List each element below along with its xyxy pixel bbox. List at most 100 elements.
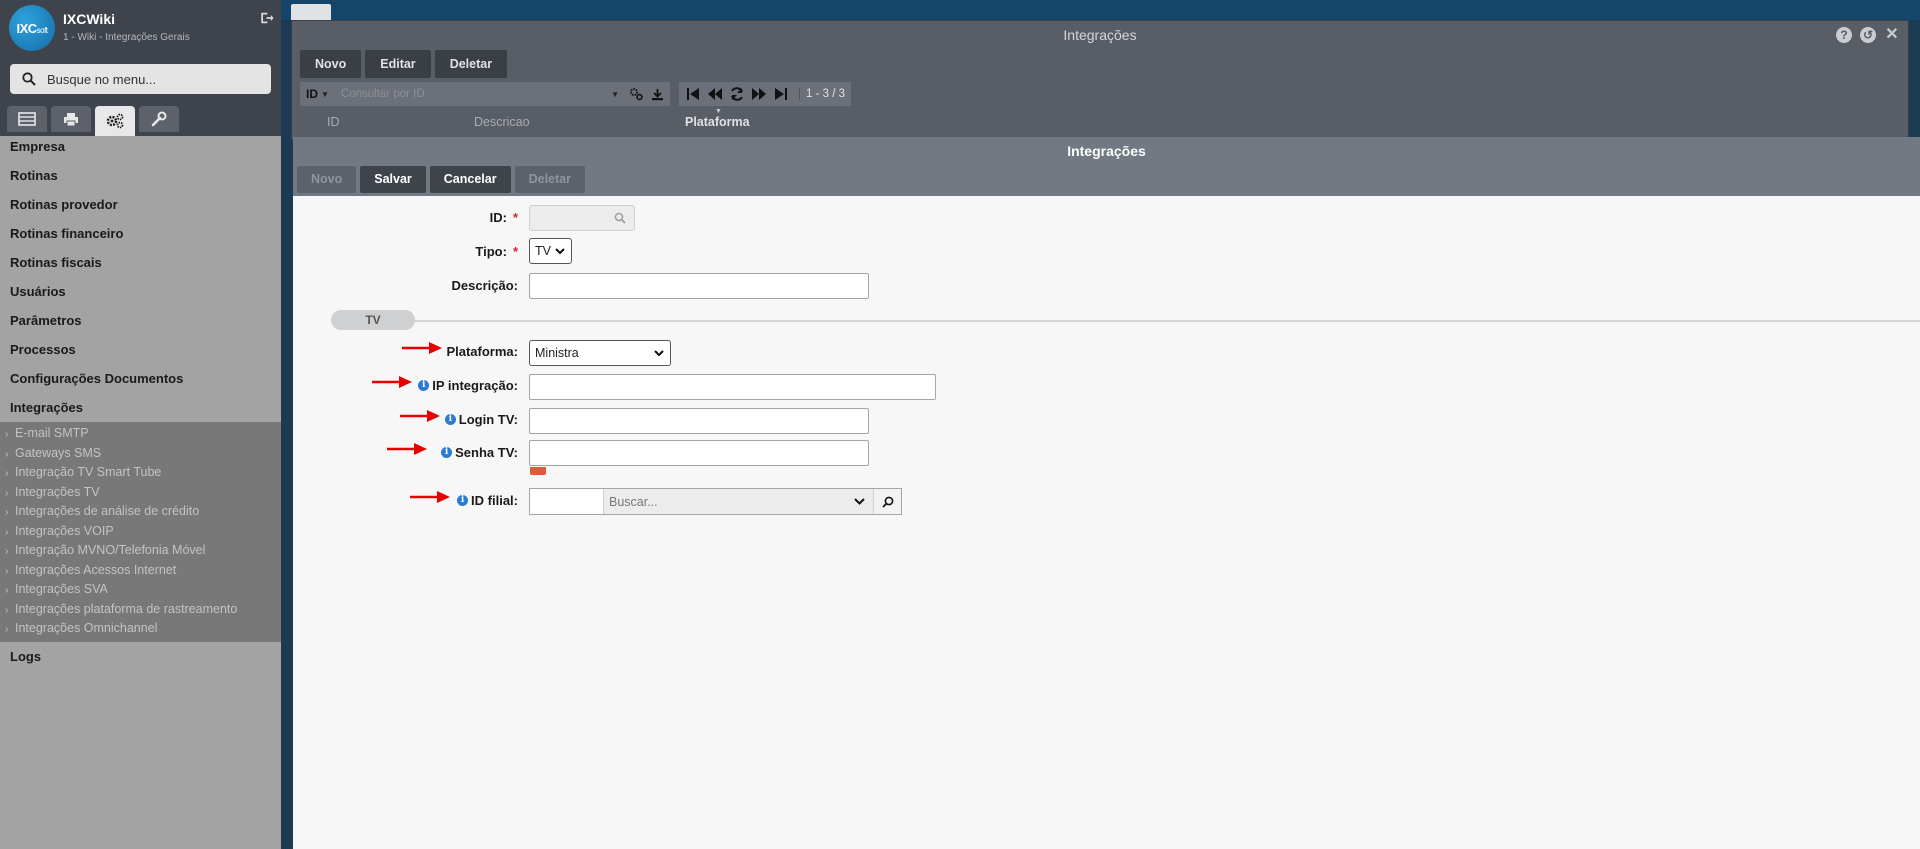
chevron-right-icon: › bbox=[5, 507, 9, 518]
menu-item-processos[interactable]: Processos bbox=[0, 335, 281, 364]
chevron-down-icon bbox=[555, 247, 565, 254]
submenu-item[interactable]: › Integrações Omnichannel bbox=[0, 619, 281, 639]
column-header-id[interactable]: ID bbox=[327, 115, 340, 129]
chevron-right-icon: › bbox=[5, 487, 9, 499]
sidebar-header: IXC soft IXCWiki 1 - Wiki - Integrações G… bbox=[0, 0, 281, 136]
section-line bbox=[411, 320, 1920, 322]
info-icon[interactable]: i bbox=[418, 380, 430, 391]
integracao-form-dialog: Integrações Novo Salvar Cancelar Deletar… bbox=[293, 137, 1920, 849]
chevron-down-icon bbox=[654, 349, 664, 356]
sidebar-search[interactable] bbox=[10, 64, 271, 94]
submenu-item[interactable]: › E-mail SMTP bbox=[0, 424, 281, 444]
chevron-right-icon: › bbox=[5, 546, 9, 557]
previous-page-icon[interactable] bbox=[707, 86, 723, 102]
filter-bar[interactable]: ID ▼ Consultar por ID ▼ bbox=[300, 82, 670, 106]
caret-down-icon: ▼ bbox=[321, 89, 329, 99]
submenu-item[interactable]: › Integrações plataforma de rastreamento bbox=[0, 600, 281, 620]
submenu-item[interactable]: › Integrações Acessos Internet bbox=[0, 561, 281, 581]
list-toolbar: Novo Editar Deletar bbox=[300, 50, 508, 78]
menu-item-empresa[interactable]: Empresa bbox=[0, 132, 281, 161]
app-title: IXCWiki bbox=[63, 11, 115, 27]
filter-input[interactable]: Consultar por ID bbox=[341, 88, 611, 100]
pager-count: 1 - 3 / 3 bbox=[799, 88, 845, 100]
tipo-select[interactable]: TV bbox=[529, 238, 572, 264]
senha-tv-input[interactable] bbox=[529, 440, 869, 466]
submenu-item[interactable]: › Integrações SVA bbox=[0, 580, 281, 600]
app-logo[interactable]: IXC soft bbox=[9, 5, 55, 51]
submenu-item[interactable]: › Integrações TV bbox=[0, 483, 281, 503]
window-tab[interactable] bbox=[291, 4, 331, 20]
info-icon[interactable]: i bbox=[444, 414, 456, 425]
ip-integracao-label: i IP integração: bbox=[293, 378, 518, 393]
section-tv-pill[interactable]: TV bbox=[331, 310, 415, 330]
id-field[interactable] bbox=[529, 205, 635, 231]
sidebar-search-input[interactable] bbox=[47, 71, 247, 87]
history-icon[interactable]: ↺ bbox=[1860, 27, 1876, 43]
next-page-icon[interactable] bbox=[751, 86, 767, 102]
menu-item-rotinas[interactable]: Rotinas bbox=[0, 161, 281, 190]
menu-item-logs[interactable]: Logs bbox=[0, 642, 281, 671]
integracoes-submenu: › E-mail SMTP › Gateways SMS › Integração T… bbox=[0, 422, 281, 642]
dialog-toolbar: Novo Salvar Cancelar Deletar bbox=[297, 166, 585, 193]
menu-item-configuracoes-documentos[interactable]: Configurações Documentos bbox=[0, 364, 281, 393]
first-page-icon[interactable] bbox=[685, 86, 701, 102]
column-header-descricao[interactable]: Descricao bbox=[474, 115, 530, 129]
submenu-item[interactable]: › Integrações VOIP bbox=[0, 522, 281, 542]
filial-search-select[interactable]: Buscar... bbox=[604, 489, 873, 514]
table-header: ID Descricao Plataforma ▼ bbox=[292, 108, 1908, 134]
help-icon[interactable]: ? bbox=[1836, 27, 1852, 43]
search-icon bbox=[881, 496, 893, 508]
descricao-label: Descrição: bbox=[451, 278, 518, 293]
search-icon bbox=[22, 72, 36, 86]
submenu-item[interactable]: › Integração TV Smart Tube bbox=[0, 463, 281, 483]
download-icon[interactable] bbox=[651, 88, 664, 101]
close-icon[interactable]: ✕ bbox=[1884, 27, 1900, 43]
tab-wrench-icon[interactable] bbox=[139, 106, 179, 132]
last-page-icon[interactable] bbox=[773, 86, 789, 102]
salvar-button[interactable]: Salvar bbox=[360, 166, 426, 193]
novo-button[interactable]: Novo bbox=[300, 50, 362, 78]
plataforma-select[interactable]: Ministra bbox=[529, 340, 671, 366]
menu-item-usuarios[interactable]: Usuários bbox=[0, 277, 281, 306]
deletar-button[interactable]: Deletar bbox=[434, 50, 508, 78]
menu-item-rotinas-financeiro[interactable]: Rotinas financeiro bbox=[0, 219, 281, 248]
tab-list-icon[interactable] bbox=[7, 106, 47, 132]
info-icon[interactable]: i bbox=[441, 447, 453, 458]
menu-item-parametros[interactable]: Parâmetros bbox=[0, 306, 281, 335]
info-icon[interactable]: i bbox=[457, 495, 469, 506]
cancelar-button[interactable]: Cancelar bbox=[429, 166, 511, 193]
column-header-plataforma[interactable]: Plataforma bbox=[685, 115, 750, 129]
sidebar-menu: Empresa Rotinas Rotinas provedor Rotinas… bbox=[0, 132, 281, 671]
menu-item-rotinas-fiscais[interactable]: Rotinas fiscais bbox=[0, 248, 281, 277]
refresh-icon[interactable] bbox=[729, 86, 745, 102]
submenu-item[interactable]: › Integração MVNO/Telefonia Móvel bbox=[0, 541, 281, 561]
search-icon[interactable] bbox=[614, 212, 626, 224]
filter-field-select[interactable]: ID bbox=[306, 87, 318, 101]
ip-integracao-input[interactable] bbox=[529, 374, 936, 400]
advanced-filter-icon[interactable] bbox=[629, 87, 643, 101]
caret-down-icon[interactable]: ▼ bbox=[611, 90, 619, 99]
descricao-input[interactable] bbox=[529, 273, 869, 299]
id-filial-label: i ID filial: bbox=[293, 493, 518, 508]
chevron-right-icon: › bbox=[5, 604, 9, 616]
filial-search-button[interactable] bbox=[873, 489, 901, 514]
chevron-right-icon: › bbox=[5, 526, 9, 538]
id-filial-lookup: Buscar... bbox=[529, 488, 902, 515]
chevron-right-icon: › bbox=[5, 468, 9, 479]
chevron-right-icon: › bbox=[5, 565, 9, 577]
dialog-title: Integrações bbox=[1067, 143, 1146, 159]
submenu-item[interactable]: › Integrações de análise de crédito bbox=[0, 502, 281, 522]
tab-print-icon[interactable] bbox=[51, 106, 91, 132]
tipo-label: Tipo: * bbox=[475, 244, 518, 259]
chevron-right-icon: › bbox=[5, 624, 9, 635]
login-tv-input[interactable] bbox=[529, 408, 869, 434]
menu-item-rotinas-provedor[interactable]: Rotinas provedor bbox=[0, 190, 281, 219]
menu-item-integracoes[interactable]: Integrações bbox=[0, 393, 281, 422]
editar-button[interactable]: Editar bbox=[365, 50, 431, 78]
window-controls: ? ↺ ✕ bbox=[1836, 27, 1900, 43]
id-filial-input[interactable] bbox=[530, 489, 604, 514]
password-strength-indicator bbox=[530, 467, 546, 475]
submenu-item[interactable]: › Gateways SMS bbox=[0, 444, 281, 464]
chevron-right-icon: › bbox=[5, 448, 9, 460]
logout-icon[interactable] bbox=[259, 11, 274, 25]
